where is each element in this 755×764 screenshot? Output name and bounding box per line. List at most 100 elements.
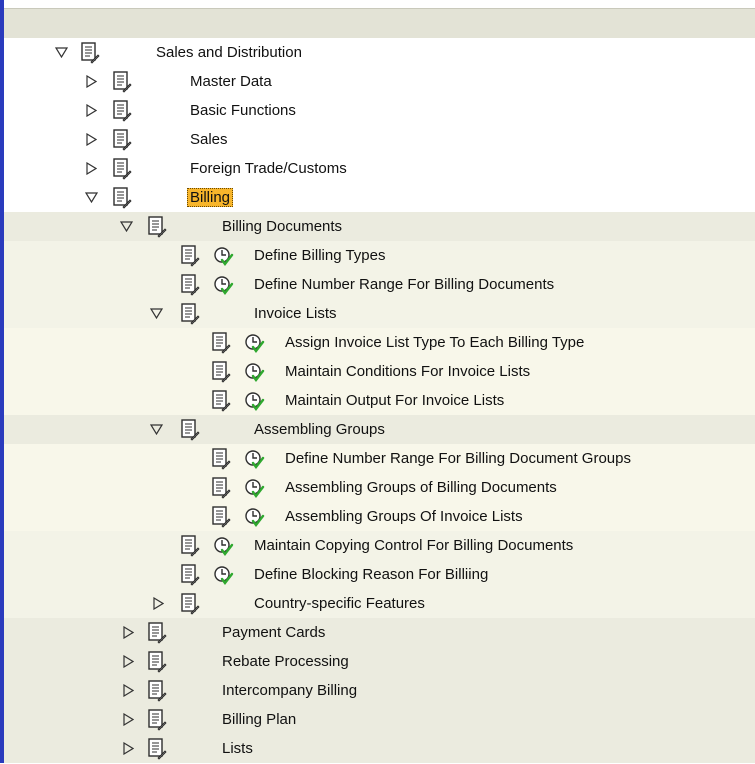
tree-node-define-billing-types[interactable]: Define Billing Types <box>4 241 755 270</box>
execute-activity-icon[interactable] <box>213 246 234 267</box>
documentation-icon[interactable] <box>147 651 167 673</box>
tree-node-maintain-copying-control[interactable]: Maintain Copying Control For Billing Doc… <box>4 531 755 560</box>
tree-node-foreign-trade-customs[interactable]: Foreign Trade/Customs <box>4 154 755 183</box>
tree-node-label[interactable]: Billing Documents <box>222 218 342 235</box>
tree-node-label[interactable]: Assign Invoice List Type To Each Billing… <box>285 334 584 351</box>
tree-node-label[interactable]: Define Number Range For Billing Document… <box>285 450 631 467</box>
execute-activity-icon[interactable] <box>244 478 265 499</box>
tree-node-define-number-range-groups[interactable]: Define Number Range For Billing Document… <box>4 444 755 473</box>
tree-node-label[interactable]: Maintain Copying Control For Billing Doc… <box>254 537 573 554</box>
documentation-icon[interactable] <box>211 448 231 470</box>
tree-node-label[interactable]: Assembling Groups of Billing Documents <box>285 479 557 496</box>
tree-node-sales[interactable]: Sales <box>4 125 755 154</box>
collapsed-triangle-icon[interactable] <box>121 741 135 755</box>
documentation-icon[interactable] <box>211 477 231 499</box>
collapsed-triangle-icon[interactable] <box>121 712 135 726</box>
tree-node-rebate-processing[interactable]: Rebate Processing <box>4 647 755 676</box>
tree-node-label[interactable]: Maintain Conditions For Invoice Lists <box>285 363 530 380</box>
tree-node-assembling-groups[interactable]: Assembling Groups <box>4 415 755 444</box>
collapsed-triangle-icon[interactable] <box>121 654 135 668</box>
tree-node-assembling-groups-invoice-lists[interactable]: Assembling Groups Of Invoice Lists <box>4 502 755 531</box>
tree-node-label[interactable]: Foreign Trade/Customs <box>190 160 347 177</box>
tree-node-label[interactable]: Country-specific Features <box>254 595 425 612</box>
tree-node-lists[interactable]: Lists <box>4 734 755 763</box>
tree-node-label[interactable]: Sales <box>190 131 228 148</box>
documentation-icon[interactable] <box>211 361 231 383</box>
tree-node-maintain-output[interactable]: Maintain Output For Invoice Lists <box>4 386 755 415</box>
tree-node-label-selected[interactable]: Billing <box>187 188 234 207</box>
tree-node-label[interactable]: Maintain Output For Invoice Lists <box>285 392 504 409</box>
tree-node-master-data[interactable]: Master Data <box>4 67 755 96</box>
execute-activity-icon[interactable] <box>244 333 265 354</box>
tree-node-label[interactable]: Payment Cards <box>222 624 325 641</box>
tree-node-label[interactable]: Rebate Processing <box>222 653 349 670</box>
documentation-icon[interactable] <box>112 100 132 122</box>
expanded-triangle-icon[interactable] <box>149 422 163 436</box>
documentation-icon[interactable] <box>180 564 200 586</box>
documentation-icon[interactable] <box>180 593 200 615</box>
expanded-triangle-icon[interactable] <box>119 219 133 233</box>
execute-activity-icon[interactable] <box>213 536 234 557</box>
documentation-icon[interactable] <box>147 622 167 644</box>
documentation-icon[interactable] <box>80 42 100 64</box>
tree-node-invoice-lists[interactable]: Invoice Lists <box>4 299 755 328</box>
collapsed-triangle-icon[interactable] <box>121 683 135 697</box>
tree-node-label[interactable]: Master Data <box>190 73 272 90</box>
documentation-icon[interactable] <box>211 506 231 528</box>
documentation-icon[interactable] <box>112 71 132 93</box>
tree-node-intercompany-billing[interactable]: Intercompany Billing <box>4 676 755 705</box>
collapsed-triangle-icon[interactable] <box>84 132 98 146</box>
execute-activity-icon[interactable] <box>244 362 265 383</box>
tree-node-label[interactable]: Sales and Distribution <box>156 44 302 61</box>
tree-node-billing-documents[interactable]: Billing Documents <box>4 212 755 241</box>
documentation-icon[interactable] <box>180 245 200 267</box>
tree-node-label[interactable]: Lists <box>222 740 253 757</box>
execute-activity-icon[interactable] <box>244 391 265 412</box>
tree-node-assign-invoice-list-type[interactable]: Assign Invoice List Type To Each Billing… <box>4 328 755 357</box>
documentation-icon[interactable] <box>211 332 231 354</box>
execute-activity-icon[interactable] <box>244 449 265 470</box>
tree-node-basic-functions[interactable]: Basic Functions <box>4 96 755 125</box>
documentation-icon[interactable] <box>180 535 200 557</box>
tree-node-label[interactable]: Define Blocking Reason For Billiing <box>254 566 488 583</box>
tree-node-country-specific-features[interactable]: Country-specific Features <box>4 589 755 618</box>
documentation-icon[interactable] <box>180 274 200 296</box>
documentation-icon[interactable] <box>112 187 132 209</box>
tree-node-label[interactable]: Intercompany Billing <box>222 682 357 699</box>
tree-node-label[interactable]: Billing Plan <box>222 711 296 728</box>
tree-node-label[interactable]: Define Billing Types <box>254 247 385 264</box>
tree-node-maintain-conditions[interactable]: Maintain Conditions For Invoice Lists <box>4 357 755 386</box>
collapsed-triangle-icon[interactable] <box>84 161 98 175</box>
collapsed-triangle-icon[interactable] <box>84 74 98 88</box>
collapsed-triangle-icon[interactable] <box>84 103 98 117</box>
collapsed-triangle-icon[interactable] <box>121 625 135 639</box>
tree-node-assembling-groups-billing-docs[interactable]: Assembling Groups of Billing Documents <box>4 473 755 502</box>
documentation-icon[interactable] <box>112 129 132 151</box>
tree-node-sales-and-distribution[interactable]: Sales and Distribution <box>4 38 755 67</box>
tree-node-label[interactable]: Basic Functions <box>190 102 296 119</box>
tree-node-billing[interactable]: Billing <box>4 183 755 212</box>
tree-node-label[interactable]: Invoice Lists <box>254 305 337 322</box>
tree-node-define-number-range[interactable]: Define Number Range For Billing Document… <box>4 270 755 299</box>
tree-node-define-blocking-reason[interactable]: Define Blocking Reason For Billiing <box>4 560 755 589</box>
tree-node-payment-cards[interactable]: Payment Cards <box>4 618 755 647</box>
execute-activity-icon[interactable] <box>213 565 234 586</box>
expanded-triangle-icon[interactable] <box>84 190 98 204</box>
documentation-icon[interactable] <box>180 419 200 441</box>
tree-node-label[interactable]: Define Number Range For Billing Document… <box>254 276 554 293</box>
documentation-icon[interactable] <box>147 709 167 731</box>
tree-node-billing-plan[interactable]: Billing Plan <box>4 705 755 734</box>
documentation-icon[interactable] <box>112 158 132 180</box>
documentation-icon[interactable] <box>147 216 167 238</box>
execute-activity-icon[interactable] <box>244 507 265 528</box>
execute-activity-icon[interactable] <box>213 275 234 296</box>
documentation-icon[interactable] <box>147 680 167 702</box>
collapsed-triangle-icon[interactable] <box>151 596 165 610</box>
tree-node-label[interactable]: Assembling Groups Of Invoice Lists <box>285 508 523 525</box>
documentation-icon[interactable] <box>211 390 231 412</box>
documentation-icon[interactable] <box>180 303 200 325</box>
documentation-icon[interactable] <box>147 738 167 760</box>
expanded-triangle-icon[interactable] <box>54 45 68 59</box>
expanded-triangle-icon[interactable] <box>149 306 163 320</box>
tree-node-label[interactable]: Assembling Groups <box>254 421 385 438</box>
